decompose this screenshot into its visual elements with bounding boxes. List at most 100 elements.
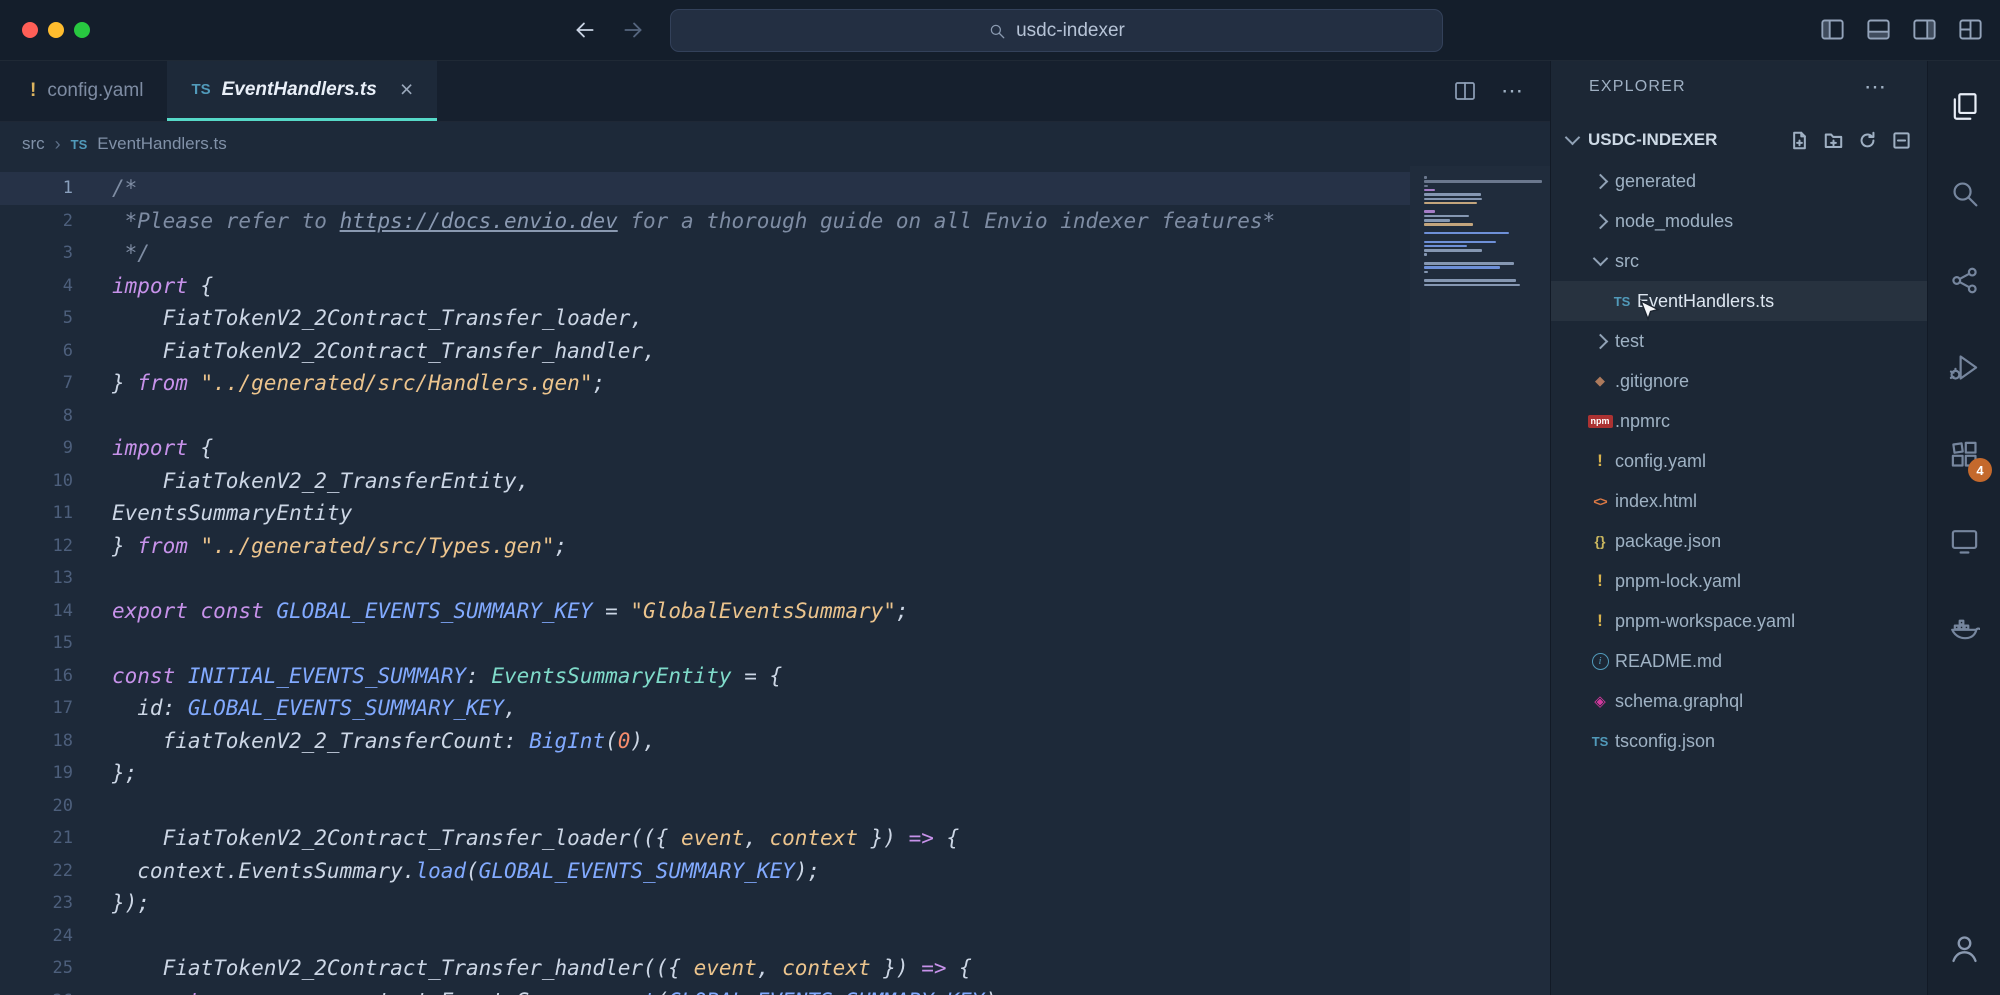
collapse-all-icon[interactable] [1892, 131, 1911, 150]
code-line[interactable]: 2 *Please refer to https://docs.envio.de… [0, 205, 1550, 238]
code-line[interactable]: 10 FiatTokenV2_2_TransferEntity, [0, 465, 1550, 498]
tree-item-label: package.json [1615, 531, 1721, 552]
chevron-down-icon [1585, 258, 1615, 264]
minimize-window-icon[interactable] [48, 22, 64, 38]
line-number: 4 [0, 276, 73, 296]
tree-folder-src[interactable]: src [1551, 241, 1927, 281]
minimap-line [1424, 176, 1427, 179]
code-line[interactable]: 23}); [0, 887, 1550, 920]
code-line[interactable]: 1/* [0, 172, 1410, 205]
line-number: 13 [0, 568, 73, 588]
code-line[interactable]: 24 [0, 920, 1550, 953]
layout-panel-bottom-icon[interactable] [1865, 16, 1892, 43]
chevron-right-icon [1585, 216, 1615, 227]
layout-sidebar-right-icon[interactable] [1911, 16, 1938, 43]
tree-folder-generated[interactable]: generated [1551, 161, 1927, 201]
explorer-more-icon[interactable]: ⋯ [1864, 74, 1887, 100]
minimap-line [1424, 215, 1469, 218]
tree-file-eventhandlers-ts[interactable]: TSEventHandlers.ts [1551, 281, 1927, 321]
split-editor-icon[interactable] [1453, 79, 1477, 103]
code-text: FiatTokenV2_2Contract_Transfer_handler((… [112, 956, 972, 980]
code-line[interactable]: 3 */ [0, 237, 1550, 270]
code-line[interactable]: 21 FiatTokenV2_2Contract_Transfer_loader… [0, 822, 1550, 855]
code-line[interactable]: 7} from "../generated/src/Handlers.gen"; [0, 367, 1550, 400]
tree-folder-node-modules[interactable]: node_modules [1551, 201, 1927, 241]
tab-eventhandlers-ts[interactable]: TS EventHandlers.ts × [167, 61, 437, 121]
close-tab-icon[interactable]: × [400, 76, 413, 103]
minimap-line [1424, 245, 1467, 248]
new-file-icon[interactable] [1790, 131, 1809, 150]
extensions-icon[interactable]: 4 [1928, 411, 2000, 498]
run-debug-icon[interactable] [1928, 324, 2000, 411]
source-control-icon[interactable] [1928, 237, 2000, 324]
tree-file-index-html[interactable]: <>index.html [1551, 481, 1927, 521]
breadcrumb-folder[interactable]: src [22, 134, 45, 154]
tree-file-pnpm-lock-yaml[interactable]: !pnpm-lock.yaml [1551, 561, 1927, 601]
line-number: 22 [0, 861, 73, 881]
minimap-line [1424, 219, 1450, 222]
account-icon[interactable] [1928, 932, 2000, 965]
code-line[interactable]: 8 [0, 400, 1550, 433]
line-number: 9 [0, 438, 73, 458]
code-line[interactable]: 25 FiatTokenV2_2Contract_Transfer_handle… [0, 952, 1550, 985]
remote-explorer-icon[interactable] [1928, 498, 2000, 585]
line-number: 10 [0, 471, 73, 491]
code-line[interactable]: 26 const summary = context.EventsSummary… [0, 985, 1550, 995]
tree-file-gitignore[interactable]: ◆.gitignore [1551, 361, 1927, 401]
breadcrumb[interactable]: src › TS EventHandlers.ts [0, 122, 1550, 166]
code-line[interactable]: 17 id: GLOBAL_EVENTS_SUMMARY_KEY, [0, 692, 1550, 725]
docker-icon[interactable] [1928, 585, 2000, 672]
explorer-section-usdc-indexer[interactable]: USDC-INDEXER [1551, 119, 1927, 161]
explorer-icon[interactable] [1928, 63, 2000, 150]
graphql-icon: ◈ [1585, 692, 1615, 710]
code-line[interactable]: 16const INITIAL_EVENTS_SUMMARY: EventsSu… [0, 660, 1550, 693]
code-line[interactable]: 20 [0, 790, 1550, 823]
git-icon: ◆ [1585, 373, 1615, 389]
line-number: 15 [0, 633, 73, 653]
forward-icon[interactable] [620, 17, 646, 43]
new-folder-icon[interactable] [1824, 131, 1843, 150]
code-line[interactable]: 13 [0, 562, 1550, 595]
code-line[interactable]: 19}; [0, 757, 1550, 790]
tree-file-readme-md[interactable]: iREADME.md [1551, 641, 1927, 681]
tree-file-config-yaml[interactable]: !config.yaml [1551, 441, 1927, 481]
tree-file-npmrc[interactable]: npm.npmrc [1551, 401, 1927, 441]
line-number: 11 [0, 503, 73, 523]
back-icon[interactable] [572, 17, 598, 43]
search-icon[interactable] [1928, 150, 2000, 237]
code-line[interactable]: 14export const GLOBAL_EVENTS_SUMMARY_KEY… [0, 595, 1550, 628]
minimap[interactable] [1410, 166, 1550, 995]
zoom-window-icon[interactable] [74, 22, 90, 38]
close-window-icon[interactable] [22, 22, 38, 38]
code-editor[interactable]: 1/*2 *Please refer to https://docs.envio… [0, 166, 1550, 995]
tab-config-yaml[interactable]: ! config.yaml [6, 61, 167, 121]
code-line[interactable]: 6 FiatTokenV2_2Contract_Transfer_handler… [0, 335, 1550, 368]
tree-file-tsconfig-json[interactable]: TStsconfig.json [1551, 721, 1927, 761]
tab-bar: ! config.yaml TS EventHandlers.ts × ⋯ [0, 61, 1550, 122]
chevron-right-icon [1585, 176, 1615, 187]
line-number: 19 [0, 763, 73, 783]
code-text: fiatTokenV2_2_TransferCount: BigInt(0), [112, 729, 656, 753]
refresh-icon[interactable] [1858, 131, 1877, 150]
code-line[interactable]: 22 context.EventsSummary.load(GLOBAL_EVE… [0, 855, 1550, 888]
tree-folder-test[interactable]: test [1551, 321, 1927, 361]
code-line[interactable]: 9import { [0, 432, 1550, 465]
line-number: 18 [0, 731, 73, 751]
layout-sidebar-left-icon[interactable] [1819, 16, 1846, 43]
tree-item-label: config.yaml [1615, 451, 1706, 472]
more-actions-icon[interactable]: ⋯ [1501, 78, 1524, 104]
tree-file-package-json[interactable]: {}package.json [1551, 521, 1927, 561]
line-number: 17 [0, 698, 73, 718]
tree-file-pnpm-workspace-yaml[interactable]: !pnpm-workspace.yaml [1551, 601, 1927, 641]
command-center-search[interactable]: usdc-indexer [670, 9, 1443, 52]
line-number: 26 [0, 991, 73, 995]
code-line[interactable]: 18 fiatTokenV2_2_TransferCount: BigInt(0… [0, 725, 1550, 758]
code-line[interactable]: 15 [0, 627, 1550, 660]
breadcrumb-file[interactable]: EventHandlers.ts [97, 134, 226, 154]
editor-layout-icon[interactable] [1957, 16, 1984, 43]
code-line[interactable]: 11EventsSummaryEntity [0, 497, 1550, 530]
tree-file-schema-graphql[interactable]: ◈schema.graphql [1551, 681, 1927, 721]
code-line[interactable]: 5 FiatTokenV2_2Contract_Transfer_loader, [0, 302, 1550, 335]
code-line[interactable]: 12} from "../generated/src/Types.gen"; [0, 530, 1550, 563]
code-line[interactable]: 4import { [0, 270, 1550, 303]
